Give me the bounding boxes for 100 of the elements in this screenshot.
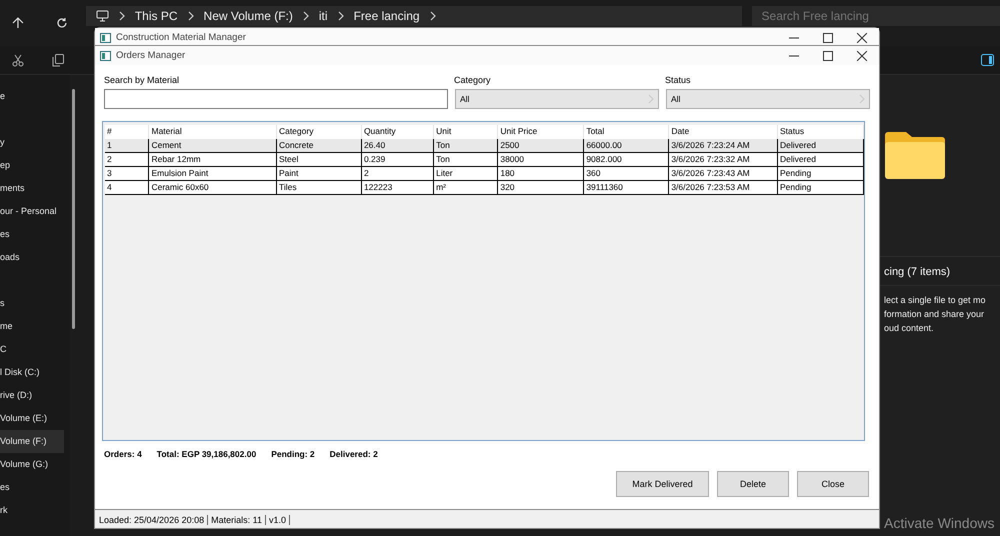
table-row[interactable]: 4 Ceramic 60x60 Tiles 122223 m² 320 39111360 3/6/2026 7:23:53 AM Pending bbox=[105, 181, 864, 195]
table-cell: Liter bbox=[434, 167, 498, 181]
sidebar-item[interactable]: Volume (E:) bbox=[0, 407, 64, 430]
table-cell: 4 bbox=[105, 181, 150, 195]
sidebar-item[interactable]: y bbox=[0, 131, 64, 154]
table-cell: Ton bbox=[434, 139, 498, 153]
column-header[interactable]: Status bbox=[778, 125, 864, 139]
table-cell: 3/6/2026 7:23:53 AM bbox=[669, 181, 778, 195]
folder-icon bbox=[884, 130, 946, 180]
action-button[interactable]: Delete bbox=[717, 471, 789, 497]
table-cell: 66000.00 bbox=[584, 139, 670, 153]
summary-text: Orders: 4 bbox=[104, 449, 142, 459]
sidebar-item[interactable]: es bbox=[0, 476, 64, 499]
action-button[interactable]: Close bbox=[797, 471, 869, 497]
chevron-icon bbox=[338, 11, 344, 21]
status-text: v1.0 bbox=[266, 515, 290, 525]
table-cell: Delivered bbox=[778, 139, 864, 153]
table-cell: 38000 bbox=[498, 153, 584, 167]
close-icon[interactable] bbox=[857, 32, 867, 42]
caret-icon bbox=[648, 94, 654, 104]
field-label: Category bbox=[454, 75, 492, 85]
table-cell: Tiles bbox=[276, 181, 362, 195]
summary-text: Total: EGP 39,186,802.00 bbox=[156, 449, 256, 459]
search-field[interactable]: Search Free lancing bbox=[752, 6, 1000, 26]
field-label: Status bbox=[665, 75, 692, 85]
sidebar-item[interactable]: our - Personal bbox=[0, 200, 64, 223]
table-cell: Paint bbox=[276, 167, 362, 181]
table-cell: 320 bbox=[498, 181, 584, 195]
sidebar-item[interactable]: Volume (G:) bbox=[0, 453, 64, 476]
sidebar-item[interactable]: Volume (F:) bbox=[0, 430, 64, 453]
table-row[interactable]: 1 Cement Concrete 26.40 Ton 2500 66000.00 3/6/2026 7:23:24 AM Delivered bbox=[105, 139, 864, 153]
details-message: lect a single file to get mo formation and share your oud content. bbox=[884, 294, 986, 335]
table-cell: 180 bbox=[498, 167, 584, 181]
column-header[interactable]: Unit bbox=[434, 125, 498, 139]
copy-icon[interactable] bbox=[52, 54, 64, 66]
sidebar-item[interactable]: C bbox=[0, 338, 64, 361]
column-header[interactable]: Quantity bbox=[362, 125, 434, 139]
table-cell: Emulsion Paint bbox=[149, 167, 277, 181]
table-cell: 39111360 bbox=[584, 181, 670, 195]
column-header[interactable]: Category bbox=[276, 125, 362, 139]
table-row[interactable]: 3 Emulsion Paint Paint 2 Liter 180 360 3/6/2026 7:23:43 AM Pending bbox=[105, 167, 864, 181]
table-cell: 122223 bbox=[362, 181, 434, 195]
sidebar-item[interactable]: ep bbox=[0, 154, 64, 177]
table-cell: 3 bbox=[105, 167, 150, 181]
caret-icon bbox=[859, 94, 865, 104]
breadcrumb-item[interactable]: iti bbox=[318, 9, 328, 23]
chevron-icon bbox=[188, 11, 194, 21]
sidebar-item[interactable]: ments bbox=[0, 177, 64, 200]
column-header[interactable]: Date bbox=[669, 125, 778, 139]
sidebar-item[interactable]: me bbox=[0, 315, 64, 338]
status-dropdown[interactable]: All bbox=[666, 89, 870, 109]
panel-icon[interactable] bbox=[981, 54, 994, 66]
summary-text: Pending: 2 bbox=[271, 449, 315, 459]
sidebar-item[interactable]: e bbox=[0, 85, 64, 108]
sidebar-item[interactable]: l Disk (C:) bbox=[0, 361, 64, 384]
table-cell: 2500 bbox=[498, 139, 584, 153]
table-cell: 360 bbox=[584, 167, 670, 181]
app-icon bbox=[100, 50, 111, 60]
column-header[interactable]: Total bbox=[584, 125, 670, 139]
action-button[interactable]: Mark Delivered bbox=[616, 471, 709, 497]
address-bar[interactable]: This PC New Volume (F:) iti Free lancing bbox=[86, 6, 742, 26]
table-cell: 0.239 bbox=[362, 153, 434, 167]
table-cell: Pending bbox=[778, 181, 864, 195]
sidebar-item[interactable]: rive (D:) bbox=[0, 384, 64, 407]
table-cell: 3/6/2026 7:23:43 AM bbox=[669, 167, 778, 181]
table-cell: m² bbox=[434, 181, 498, 195]
category-dropdown[interactable]: All bbox=[455, 89, 659, 109]
table-cell: 1 bbox=[105, 139, 150, 153]
sidebar-item[interactable]: s bbox=[0, 292, 64, 315]
table-cell: Steel bbox=[276, 153, 362, 167]
table-cell: 3/6/2026 7:23:24 AM bbox=[669, 139, 778, 153]
table-cell: Ton bbox=[434, 153, 498, 167]
table-row[interactable]: 2 Rebar 12mm Steel 0.239 Ton 38000 9082.000 3/6/2026 7:23:32 AM Delivered bbox=[105, 153, 864, 167]
computer-icon bbox=[96, 10, 109, 22]
table-cell: Rebar 12mm bbox=[149, 153, 277, 167]
close-icon[interactable] bbox=[857, 50, 867, 60]
refresh-icon[interactable] bbox=[56, 17, 68, 29]
sidebar-item[interactable]: oads bbox=[0, 246, 64, 269]
up-arrow-icon[interactable] bbox=[12, 17, 24, 29]
scrollbar[interactable] bbox=[72, 89, 75, 329]
field-label: Search by Material bbox=[104, 75, 180, 85]
column-header[interactable]: # bbox=[105, 125, 150, 139]
window-title: Construction Material Manager bbox=[116, 32, 246, 43]
folder-title: cing (7 items) bbox=[880, 256, 1000, 286]
table-cell: 2 bbox=[362, 167, 434, 181]
sidebar-item[interactable]: es bbox=[0, 223, 64, 246]
breadcrumb-item[interactable]: Free lancing bbox=[354, 9, 420, 23]
status-text: Materials: 11 bbox=[208, 515, 266, 525]
breadcrumb-item[interactable]: New Volume (F:) bbox=[204, 9, 293, 23]
table-cell: Cement bbox=[149, 139, 277, 153]
search-field[interactable] bbox=[104, 89, 448, 109]
summary-text: Delivered: 2 bbox=[330, 449, 378, 459]
scissors-icon[interactable] bbox=[12, 54, 24, 66]
chevron-icon bbox=[430, 11, 436, 21]
activation-notice: Activate Windows bbox=[884, 515, 994, 531]
status-text: Loaded: 25/04/2026 20:08 bbox=[96, 515, 208, 525]
breadcrumb-item[interactable]: This PC bbox=[134, 9, 178, 23]
column-header[interactable]: Material bbox=[149, 125, 277, 139]
sidebar-item[interactable]: rk bbox=[0, 499, 64, 522]
column-header[interactable]: Unit Price bbox=[498, 125, 584, 139]
